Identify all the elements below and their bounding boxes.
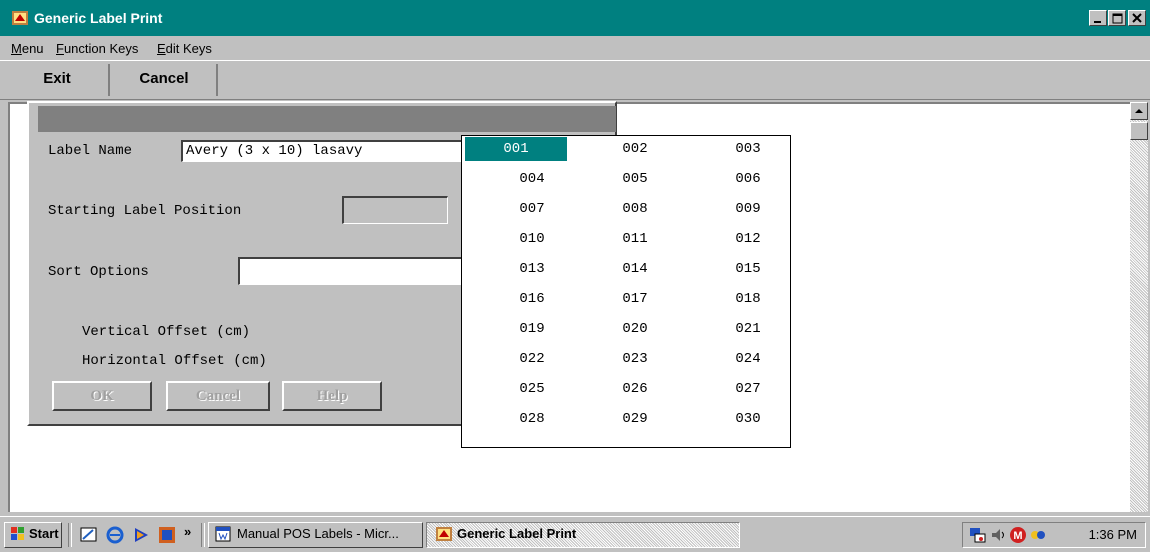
position-option[interactable]: 019 — [502, 321, 562, 337]
position-option[interactable]: 013 — [502, 261, 562, 277]
label-app-icon — [436, 527, 452, 541]
position-option[interactable]: 018 — [718, 291, 778, 307]
window-title: Generic Label Print — [34, 10, 163, 26]
clock: 1:36 PM — [1088, 527, 1137, 542]
scroll-up-icon — [1135, 109, 1143, 113]
close-icon — [1132, 13, 1142, 23]
windows-logo-icon — [11, 527, 24, 540]
toolbar: Exit Cancel — [0, 60, 1150, 100]
position-option[interactable]: 002 — [605, 141, 665, 157]
channels-icon[interactable] — [158, 526, 176, 544]
taskbar: Start » Manual POS Labels - Micr... Gene… — [0, 516, 1150, 552]
starting-position-field[interactable] — [342, 196, 448, 224]
toolbar-cancel-button[interactable]: Cancel — [112, 64, 218, 96]
help-button[interactable]: Help — [282, 381, 382, 411]
position-option[interactable]: 008 — [605, 201, 665, 217]
position-option[interactable]: 024 — [718, 351, 778, 367]
position-option[interactable]: 001 — [465, 137, 567, 161]
menu-item-function-keys[interactable]: Function Keys — [56, 41, 138, 56]
word-doc-icon — [215, 526, 231, 542]
position-option[interactable]: 011 — [605, 231, 665, 247]
quicklaunch-divider — [68, 523, 72, 547]
menu-item-edit-keys[interactable]: Edit Keys — [157, 41, 212, 56]
network-icon[interactable] — [969, 526, 987, 544]
ok-button[interactable]: OK — [52, 381, 152, 411]
task-button-generic-label-print[interactable]: Generic Label Print — [426, 522, 740, 548]
position-option[interactable]: 030 — [718, 411, 778, 427]
position-option[interactable]: 010 — [502, 231, 562, 247]
start-label: Start — [29, 526, 59, 541]
position-option[interactable]: 009 — [718, 201, 778, 217]
menu-bar: Menu Function Keys Edit Keys — [0, 36, 1150, 60]
close-button[interactable] — [1128, 10, 1146, 26]
start-button[interactable]: Start — [4, 522, 62, 548]
minimize-button[interactable] — [1089, 10, 1107, 26]
svg-text:M: M — [1013, 530, 1022, 542]
exit-button[interactable]: Exit — [6, 64, 110, 96]
position-option[interactable]: 027 — [718, 381, 778, 397]
position-option[interactable]: 029 — [605, 411, 665, 427]
position-option[interactable]: 028 — [502, 411, 562, 427]
connection-icon[interactable] — [1029, 526, 1047, 544]
vertical-scrollbar[interactable] — [1130, 102, 1148, 512]
position-option[interactable]: 020 — [605, 321, 665, 337]
label-name-field[interactable]: Avery (3 x 10) lasavy — [181, 140, 463, 162]
label-app-icon — [12, 11, 28, 25]
show-desktop-icon[interactable] — [80, 526, 98, 544]
position-option[interactable]: 007 — [502, 201, 562, 217]
starting-position-label: Starting Label Position — [48, 203, 242, 219]
sort-options-label: Sort Options — [48, 264, 149, 280]
position-option[interactable]: 003 — [718, 141, 778, 157]
system-tray: M 1:36 PM — [962, 522, 1146, 548]
position-option[interactable]: 022 — [502, 351, 562, 367]
taskbar-divider — [201, 523, 205, 547]
label-name-label: Label Name — [48, 143, 133, 159]
minimize-icon — [1094, 21, 1101, 23]
quicklaunch-overflow[interactable]: » — [184, 524, 191, 539]
dialog-caption-bar — [38, 106, 616, 132]
task-label: Generic Label Print — [457, 526, 577, 541]
media-player-icon[interactable] — [132, 526, 150, 544]
antivirus-icon[interactable]: M — [1009, 526, 1027, 544]
label-position-dropdown: 001 002 003 004 005 006 007 008 009 010 … — [461, 135, 791, 448]
position-option[interactable]: 005 — [605, 171, 665, 187]
menu-item-menu[interactable]: Menu — [11, 41, 44, 56]
position-option[interactable]: 021 — [718, 321, 778, 337]
position-option[interactable]: 016 — [502, 291, 562, 307]
position-option[interactable]: 006 — [718, 171, 778, 187]
vertical-offset-label: Vertical Offset (cm) — [82, 324, 251, 340]
horizontal-offset-label: Horizontal Offset (cm) — [82, 353, 267, 369]
dialog-cancel-button[interactable]: Cancel — [166, 381, 270, 411]
position-option[interactable]: 026 — [605, 381, 665, 397]
title-bar: Generic Label Print — [0, 0, 1150, 36]
position-option[interactable]: 025 — [502, 381, 562, 397]
position-option[interactable]: 012 — [718, 231, 778, 247]
internet-explorer-icon[interactable] — [106, 526, 124, 544]
volume-icon[interactable] — [989, 526, 1007, 544]
scroll-up-button[interactable] — [1130, 102, 1148, 120]
position-option[interactable]: 015 — [718, 261, 778, 277]
task-label: Manual POS Labels - Micr... — [237, 526, 399, 541]
position-option[interactable]: 023 — [605, 351, 665, 367]
task-button-manual-pos-labels[interactable]: Manual POS Labels - Micr... — [208, 522, 423, 548]
position-option[interactable]: 004 — [502, 171, 562, 187]
sort-options-field[interactable] — [238, 257, 463, 285]
position-option[interactable]: 017 — [605, 291, 665, 307]
position-option[interactable]: 014 — [605, 261, 665, 277]
maximize-icon — [1112, 13, 1123, 24]
scroll-thumb[interactable] — [1130, 122, 1148, 140]
maximize-button[interactable] — [1108, 10, 1126, 26]
